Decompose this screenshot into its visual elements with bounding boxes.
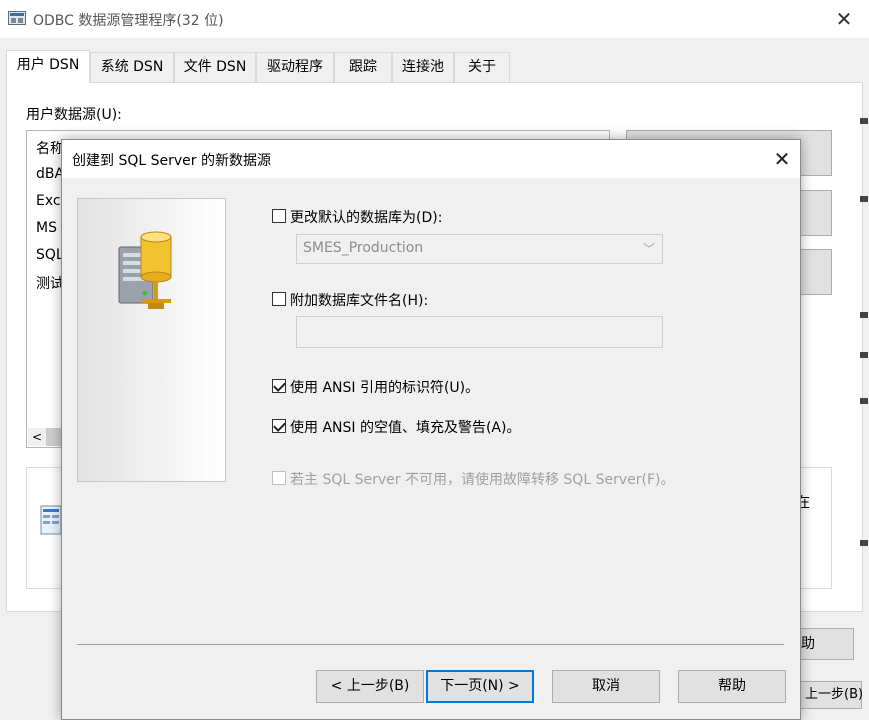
default-db-select[interactable]: SMES_Production ﹀ bbox=[296, 234, 663, 264]
edge-mark bbox=[860, 398, 868, 404]
list-item[interactable]: 测试 bbox=[36, 273, 64, 293]
back-button[interactable]: < 上一步(B) bbox=[316, 670, 424, 703]
database-server-icon bbox=[118, 231, 172, 309]
data-source-info-icon bbox=[40, 505, 62, 535]
odbc-app-icon bbox=[8, 11, 26, 25]
tab-bar: 用户 DSN 系统 DSN 文件 DSN 驱动程序 跟踪 连接池 关于 bbox=[6, 50, 526, 83]
dialog-close-button[interactable]: ✕ bbox=[768, 146, 796, 172]
dialog-title-bar: 创建到 SQL Server 的新数据源 ✕ bbox=[62, 140, 800, 178]
edge-mark bbox=[860, 312, 868, 318]
list-item[interactable]: dBA bbox=[36, 166, 64, 182]
edge-mark bbox=[860, 352, 868, 358]
window-close-button[interactable]: ✕ bbox=[830, 6, 858, 32]
attach-db-file-input[interactable] bbox=[296, 316, 663, 348]
tab-user-dsn[interactable]: 用户 DSN bbox=[6, 50, 90, 83]
attach-db-file-checkbox[interactable] bbox=[272, 292, 286, 306]
failover-checkbox bbox=[272, 471, 286, 485]
default-db-value: SMES_Production bbox=[303, 240, 424, 256]
window-title: ODBC 数据源管理程序(32 位) bbox=[33, 13, 224, 29]
title-bar: ODBC 数据源管理程序(32 位) ✕ bbox=[0, 0, 869, 38]
new-sql-server-dsn-dialog: 创建到 SQL Server 的新数据源 ✕ 更改默认的数据库为(D): SME… bbox=[61, 139, 801, 720]
ansi-quoted-identifiers-checkbox[interactable] bbox=[272, 379, 286, 393]
scroll-left-button[interactable]: < bbox=[28, 428, 46, 446]
dialog-title: 创建到 SQL Server 的新数据源 bbox=[72, 153, 271, 169]
tab-connection-pool[interactable]: 连接池 bbox=[392, 52, 454, 83]
ansi-quoted-identifiers-label: 使用 ANSI 引用的标识符(U)。 bbox=[290, 380, 480, 396]
button-separator bbox=[77, 644, 784, 645]
tab-tracing[interactable]: 跟踪 bbox=[334, 52, 392, 83]
edge-mark bbox=[860, 118, 868, 124]
next-button[interactable]: 下一页(N) > bbox=[426, 670, 534, 703]
cancel-button[interactable]: 取消 bbox=[552, 670, 660, 703]
tab-drivers[interactable]: 驱动程序 bbox=[256, 52, 334, 83]
tab-file-dsn[interactable]: 文件 DSN bbox=[174, 52, 256, 83]
ansi-nulls-label: 使用 ANSI 的空值、填充及警告(A)。 bbox=[290, 420, 521, 436]
list-item[interactable]: MS bbox=[36, 220, 57, 236]
change-default-db-label: 更改默认的数据库为(D): bbox=[290, 210, 443, 226]
wizard-image-panel bbox=[77, 198, 226, 482]
list-item[interactable]: Exc bbox=[36, 193, 61, 209]
chevron-down-icon[interactable]: ﹀ bbox=[639, 239, 659, 259]
tab-system-dsn[interactable]: 系统 DSN bbox=[90, 52, 174, 83]
change-default-db-checkbox[interactable] bbox=[272, 209, 286, 223]
back-button-behind[interactable]: 上一步(B) bbox=[800, 681, 863, 709]
ansi-nulls-checkbox[interactable] bbox=[272, 419, 286, 433]
attach-db-file-label: 附加数据库文件名(H): bbox=[290, 293, 429, 309]
edge-mark bbox=[860, 196, 868, 202]
failover-label: 若主 SQL Server 不可用，请使用故障转移 SQL Server(F)。 bbox=[290, 472, 675, 488]
edge-mark bbox=[860, 540, 868, 546]
tab-about[interactable]: 关于 bbox=[454, 52, 510, 83]
user-data-sources-label: 用户数据源(U): bbox=[26, 107, 122, 123]
list-header-name: 名称 bbox=[36, 141, 64, 157]
help-button[interactable]: 帮助 bbox=[678, 670, 786, 703]
list-item[interactable]: SQL bbox=[36, 247, 64, 263]
